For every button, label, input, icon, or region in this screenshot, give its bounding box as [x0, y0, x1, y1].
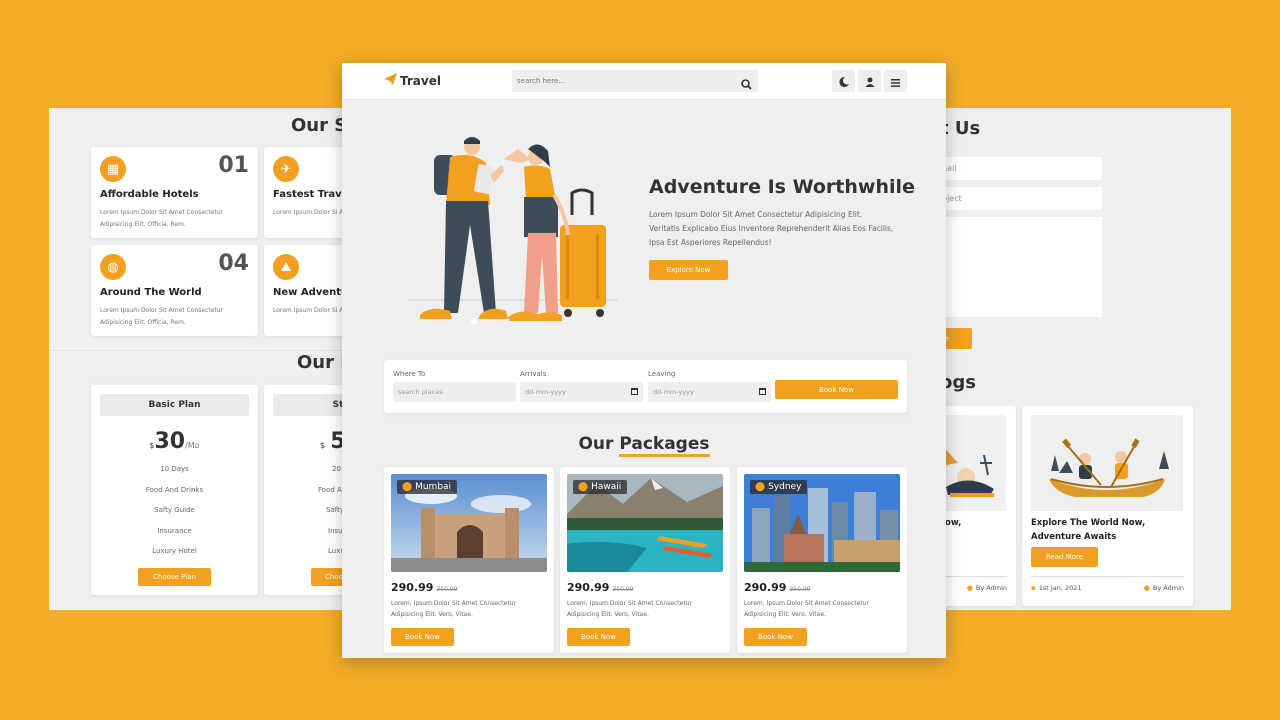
package-book-now-button[interactable]: Book Now — [567, 628, 630, 646]
logo[interactable]: Travel — [384, 73, 441, 88]
service-title: Fastest Trave — [273, 189, 349, 200]
user-icon: ● — [1143, 584, 1150, 592]
package-desc: Lorem, Ipsum Dolor Sit Amet Consectetur … — [391, 600, 516, 618]
section-divider — [49, 350, 369, 351]
map-pin-icon: ⬤ — [578, 482, 589, 492]
package-price: 290.99 350.99 — [744, 581, 811, 594]
service-desc: Lorem Ipsum Dolor Sit Amet Consectetur A… — [100, 209, 224, 228]
service-number: 04 — [218, 251, 249, 276]
plan-card-basic: Basic Plan $30/Mo 10 Days Food And Drink… — [91, 385, 258, 595]
blog-illustration — [1031, 415, 1183, 511]
packages-section-title: Our Packages — [342, 434, 946, 457]
package-price: 290.99 350.99 — [567, 581, 634, 594]
arrivals-date-input[interactable]: dd-mm-yyyy — [520, 382, 643, 402]
calendar-icon[interactable] — [759, 388, 766, 395]
location-tag: ⬤ Hawaii — [573, 480, 628, 494]
blog-author: ● By Admin — [1143, 584, 1184, 592]
package-price: 290.99 350.99 — [391, 581, 458, 594]
where-to-input[interactable]: search places — [393, 382, 516, 402]
package-card-mumbai: ⬤ Mumbai 290.99 350.99 Lorem, Ipsum Dolor … — [384, 467, 554, 653]
hero-heading: Adventure Is Worthwhile — [649, 176, 915, 198]
contact-section-title: t Us — [940, 118, 981, 139]
choose-plan-button[interactable]: Choose Plan — [138, 568, 211, 586]
hiking-icon: ⛰ — [273, 254, 299, 280]
moon-icon — [838, 72, 849, 91]
location-tag: ⬤ Sydney — [750, 480, 808, 494]
read-more-button[interactable]: Read More — [1031, 547, 1098, 567]
hero-text: Lorem Ipsum Dolor Sit Amet Consectetur A… — [649, 210, 894, 247]
services-pricing-page: Our Se ▦ 01 Affordable Hotels Lorem Ipsu… — [49, 108, 369, 610]
package-card-hawaii: ⬤ Hawaii 290.99 350.99 Lorem, Ipsum Dolor … — [560, 467, 730, 653]
package-card-sydney: ⬤ Sydney 290.99 350.99 Lorem, Ipsum Dolor … — [737, 467, 907, 653]
menu-icon — [891, 72, 900, 91]
plan-name: Basic Plan — [100, 394, 249, 416]
leaving-label: Leaving — [648, 370, 676, 378]
package-image: ⬤ Sydney — [744, 474, 900, 572]
leaving-date-input[interactable]: dd-mm-yyyy — [648, 382, 771, 402]
package-image: ⬤ Mumbai — [391, 474, 547, 572]
hotel-icon: ▦ — [100, 156, 126, 182]
package-desc: Lorem, Ipsum Dolor Sit Amet Consectetur … — [567, 600, 692, 618]
search-box — [512, 70, 758, 92]
search-icon[interactable] — [741, 75, 752, 94]
plan-feature: Food And Drinks — [145, 486, 204, 494]
blog-card: Explore The World Now, Adventure Awaits … — [1022, 406, 1193, 606]
plan-price: $30/Mo — [149, 429, 200, 454]
service-number: 01 — [218, 153, 249, 178]
service-title: Affordable Hotels — [100, 189, 199, 200]
service-title: Around The World — [100, 287, 202, 298]
arrivals-label: Arrivals — [520, 370, 547, 378]
header: Travel — [342, 63, 946, 100]
service-title: New Adventu — [273, 287, 349, 298]
package-book-now-button[interactable]: Book Now — [744, 628, 807, 646]
plan-feature: Insurance — [157, 527, 192, 535]
travelers-illustration — [406, 135, 621, 340]
login-button[interactable] — [858, 70, 881, 92]
search-input[interactable] — [512, 70, 732, 92]
package-book-now-button[interactable]: Book Now — [391, 628, 454, 646]
user-icon — [865, 72, 875, 91]
package-desc: Lorem, Ipsum Dolor Sit Amet Consectetur … — [744, 600, 869, 618]
plan-feature: Luxury Hotel — [152, 547, 197, 555]
calendar-icon: ▪ — [1031, 584, 1036, 592]
calendar-icon[interactable] — [631, 388, 638, 395]
book-now-button[interactable]: Book Now — [775, 380, 898, 399]
blog-date: ▪ 1st Jan, 2021 — [1031, 584, 1082, 592]
plan-feature: 10 Days — [160, 465, 189, 473]
booking-form: Where To search places Arrivals dd-mm-yy… — [384, 360, 907, 413]
user-icon: ● — [966, 584, 973, 592]
package-image: ⬤ Hawaii — [567, 474, 723, 572]
theme-toggle-button[interactable] — [832, 70, 855, 92]
where-to-label: Where To — [393, 370, 426, 378]
location-tag: ⬤ Mumbai — [397, 480, 458, 494]
blog-title: Explore The World Now, Adventure Awaits — [1031, 518, 1146, 542]
contact-blogs-page: t Us nail bject ge ogs ow, ●By Admin — [900, 108, 1231, 610]
service-card: ▦ 01 Affordable Hotels Lorem Ipsum Dolor… — [91, 147, 258, 238]
service-desc: Lorem Ipsum Dolor Sit Amet Consectetur A… — [100, 307, 224, 326]
paper-plane-icon — [384, 73, 397, 88]
plane-icon: ✈ — [273, 156, 299, 182]
explore-now-button[interactable]: Explore Now — [649, 260, 728, 280]
travel-home-page: Travel search here... Adventure Is Worth… — [342, 63, 946, 658]
service-card: ◍ 04 Around The World Lorem Ipsum Dolor … — [91, 245, 258, 336]
map-pin-icon: ⬤ — [402, 482, 413, 492]
menu-button[interactable] — [884, 70, 907, 92]
blog-meta: ▪ 1st Jan, 2021 ● By Admin — [1031, 576, 1184, 592]
globe-icon: ◍ — [100, 254, 126, 280]
blog-author: ● By Admin — [966, 584, 1007, 592]
plan-feature: Safty Guide — [154, 506, 195, 514]
map-pin-icon: ⬤ — [755, 482, 766, 492]
